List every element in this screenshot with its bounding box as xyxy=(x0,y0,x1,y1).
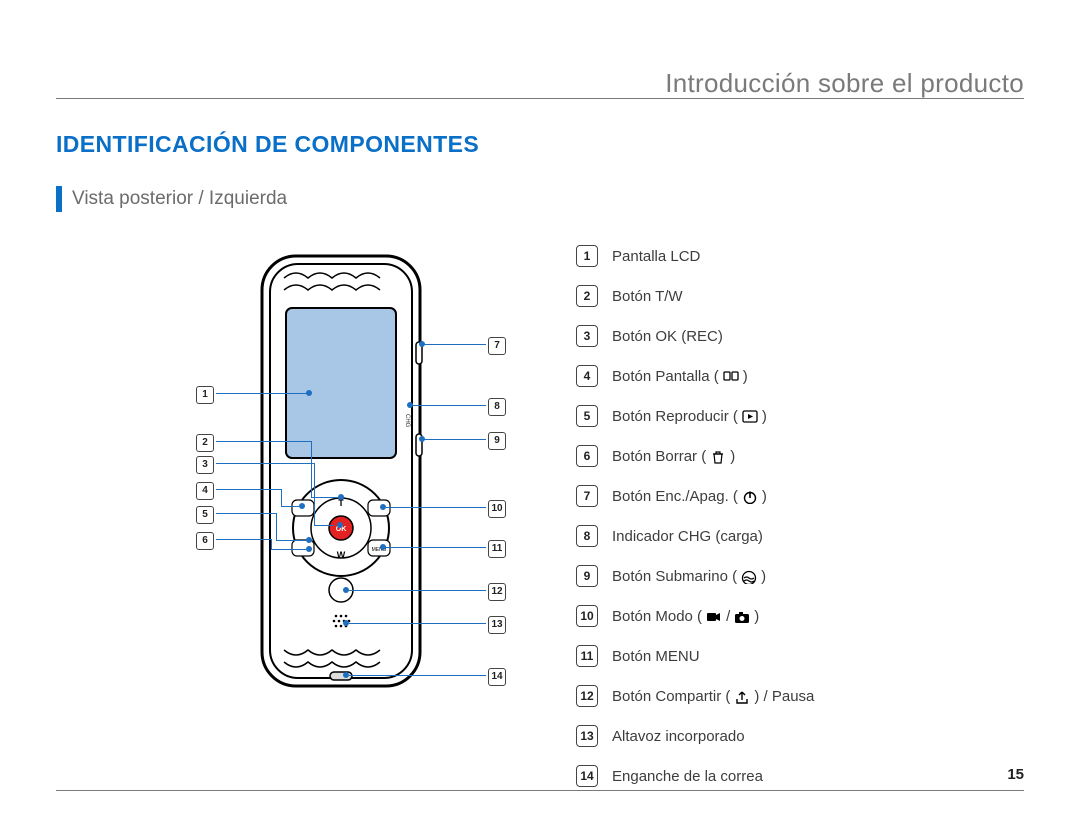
callout-3: 3 xyxy=(196,454,214,474)
legend-text: Botón Pantalla () xyxy=(612,368,748,385)
svg-text:W: W xyxy=(337,550,346,560)
legend-text: Botón Reproducir () xyxy=(612,408,767,425)
legend-text: Botón Borrar () xyxy=(612,448,735,465)
callout-5: 5 xyxy=(196,504,214,524)
legend-number: 14 xyxy=(576,765,598,787)
legend-row: 6 Botón Borrar () xyxy=(576,436,1024,476)
display-icon xyxy=(723,368,739,385)
legend-number: 1 xyxy=(576,245,598,267)
legend-number: 10 xyxy=(576,605,598,627)
callout-6: 6 xyxy=(196,530,214,550)
legend-text: Pantalla LCD xyxy=(612,248,700,265)
legend-row: 12 Botón Compartir () / Pausa xyxy=(576,676,1024,716)
device-diagram: CHG OK T W xyxy=(56,236,556,756)
trash-icon xyxy=(710,448,726,465)
footer-rule xyxy=(56,790,1024,791)
page-number: 15 xyxy=(1007,766,1024,783)
video-icon xyxy=(706,608,722,625)
section-title: IDENTIFICACIÓN DE COMPONENTES xyxy=(56,131,1024,158)
share-icon xyxy=(734,688,750,705)
legend-number: 13 xyxy=(576,725,598,747)
legend-text: Botón Compartir () / Pausa xyxy=(612,688,814,705)
underwater-icon xyxy=(741,568,757,585)
callout-8: 8 xyxy=(488,396,506,416)
callout-7: 7 xyxy=(488,335,506,355)
legend-list: 1Pantalla LCD2Botón T/W3Botón OK (REC)4B… xyxy=(556,236,1024,796)
callout-9: 9 xyxy=(488,430,506,450)
callout-11: 11 xyxy=(488,538,506,558)
content-row: CHG OK T W xyxy=(56,236,1024,796)
legend-text: Botón Enc./Apag. () xyxy=(612,488,767,505)
callout-4: 4 xyxy=(196,480,214,500)
view-label: Vista posterior / Izquierda xyxy=(72,188,287,210)
legend-text: Botón Modo (/) xyxy=(612,608,759,625)
manual-page: Introducción sobre el producto IDENTIFIC… xyxy=(0,0,1080,827)
legend-number: 7 xyxy=(576,485,598,507)
legend-text: Botón T/W xyxy=(612,288,683,305)
legend-number: 8 xyxy=(576,525,598,547)
legend-row: 1 Pantalla LCD xyxy=(576,236,1024,276)
callout-2: 2 xyxy=(196,432,214,452)
legend-row: 7 Botón Enc./Apag. () xyxy=(576,476,1024,516)
accent-bar xyxy=(56,186,62,212)
legend-number: 4 xyxy=(576,365,598,387)
chapter-title: Introducción sobre el producto xyxy=(665,68,1024,99)
legend-row: 8 Indicador CHG (carga) xyxy=(576,516,1024,556)
legend-text: Botón OK (REC) xyxy=(612,328,723,345)
legend-number: 5 xyxy=(576,405,598,427)
legend-text: Indicador CHG (carga) xyxy=(612,528,763,545)
slash: / xyxy=(726,608,730,625)
callout-1: 1 xyxy=(196,384,214,404)
view-heading: Vista posterior / Izquierda xyxy=(56,186,1024,212)
callout-12: 12 xyxy=(488,581,506,601)
legend-row: 10 Botón Modo (/) xyxy=(576,596,1024,636)
play-icon xyxy=(742,408,758,425)
callout-14: 14 xyxy=(488,666,506,686)
legend-text: Altavoz incorporado xyxy=(612,728,745,745)
chg-label: CHG xyxy=(404,414,410,428)
legend-row: 9 Botón Submarino () xyxy=(576,556,1024,596)
legend-number: 9 xyxy=(576,565,598,587)
legend-text: Enganche de la correa xyxy=(612,768,763,785)
callout-13: 13 xyxy=(488,614,506,634)
legend-number: 6 xyxy=(576,445,598,467)
camera-icon xyxy=(734,608,750,625)
legend-text: Botón MENU xyxy=(612,648,700,665)
legend-number: 2 xyxy=(576,285,598,307)
device-illustration: CHG OK T W xyxy=(256,250,426,705)
power-icon xyxy=(742,488,758,505)
legend-row: 11 Botón MENU xyxy=(576,636,1024,676)
legend-number: 3 xyxy=(576,325,598,347)
legend-text: Botón Submarino () xyxy=(612,568,766,585)
legend-row: 13 Altavoz incorporado xyxy=(576,716,1024,756)
legend-number: 12 xyxy=(576,685,598,707)
legend-row: 5 Botón Reproducir () xyxy=(576,396,1024,436)
legend-row: 3 Botón OK (REC) xyxy=(576,316,1024,356)
callout-10: 10 xyxy=(488,498,506,518)
legend-row: 2 Botón T/W xyxy=(576,276,1024,316)
legend-number: 11 xyxy=(576,645,598,667)
legend-row: 4 Botón Pantalla () xyxy=(576,356,1024,396)
